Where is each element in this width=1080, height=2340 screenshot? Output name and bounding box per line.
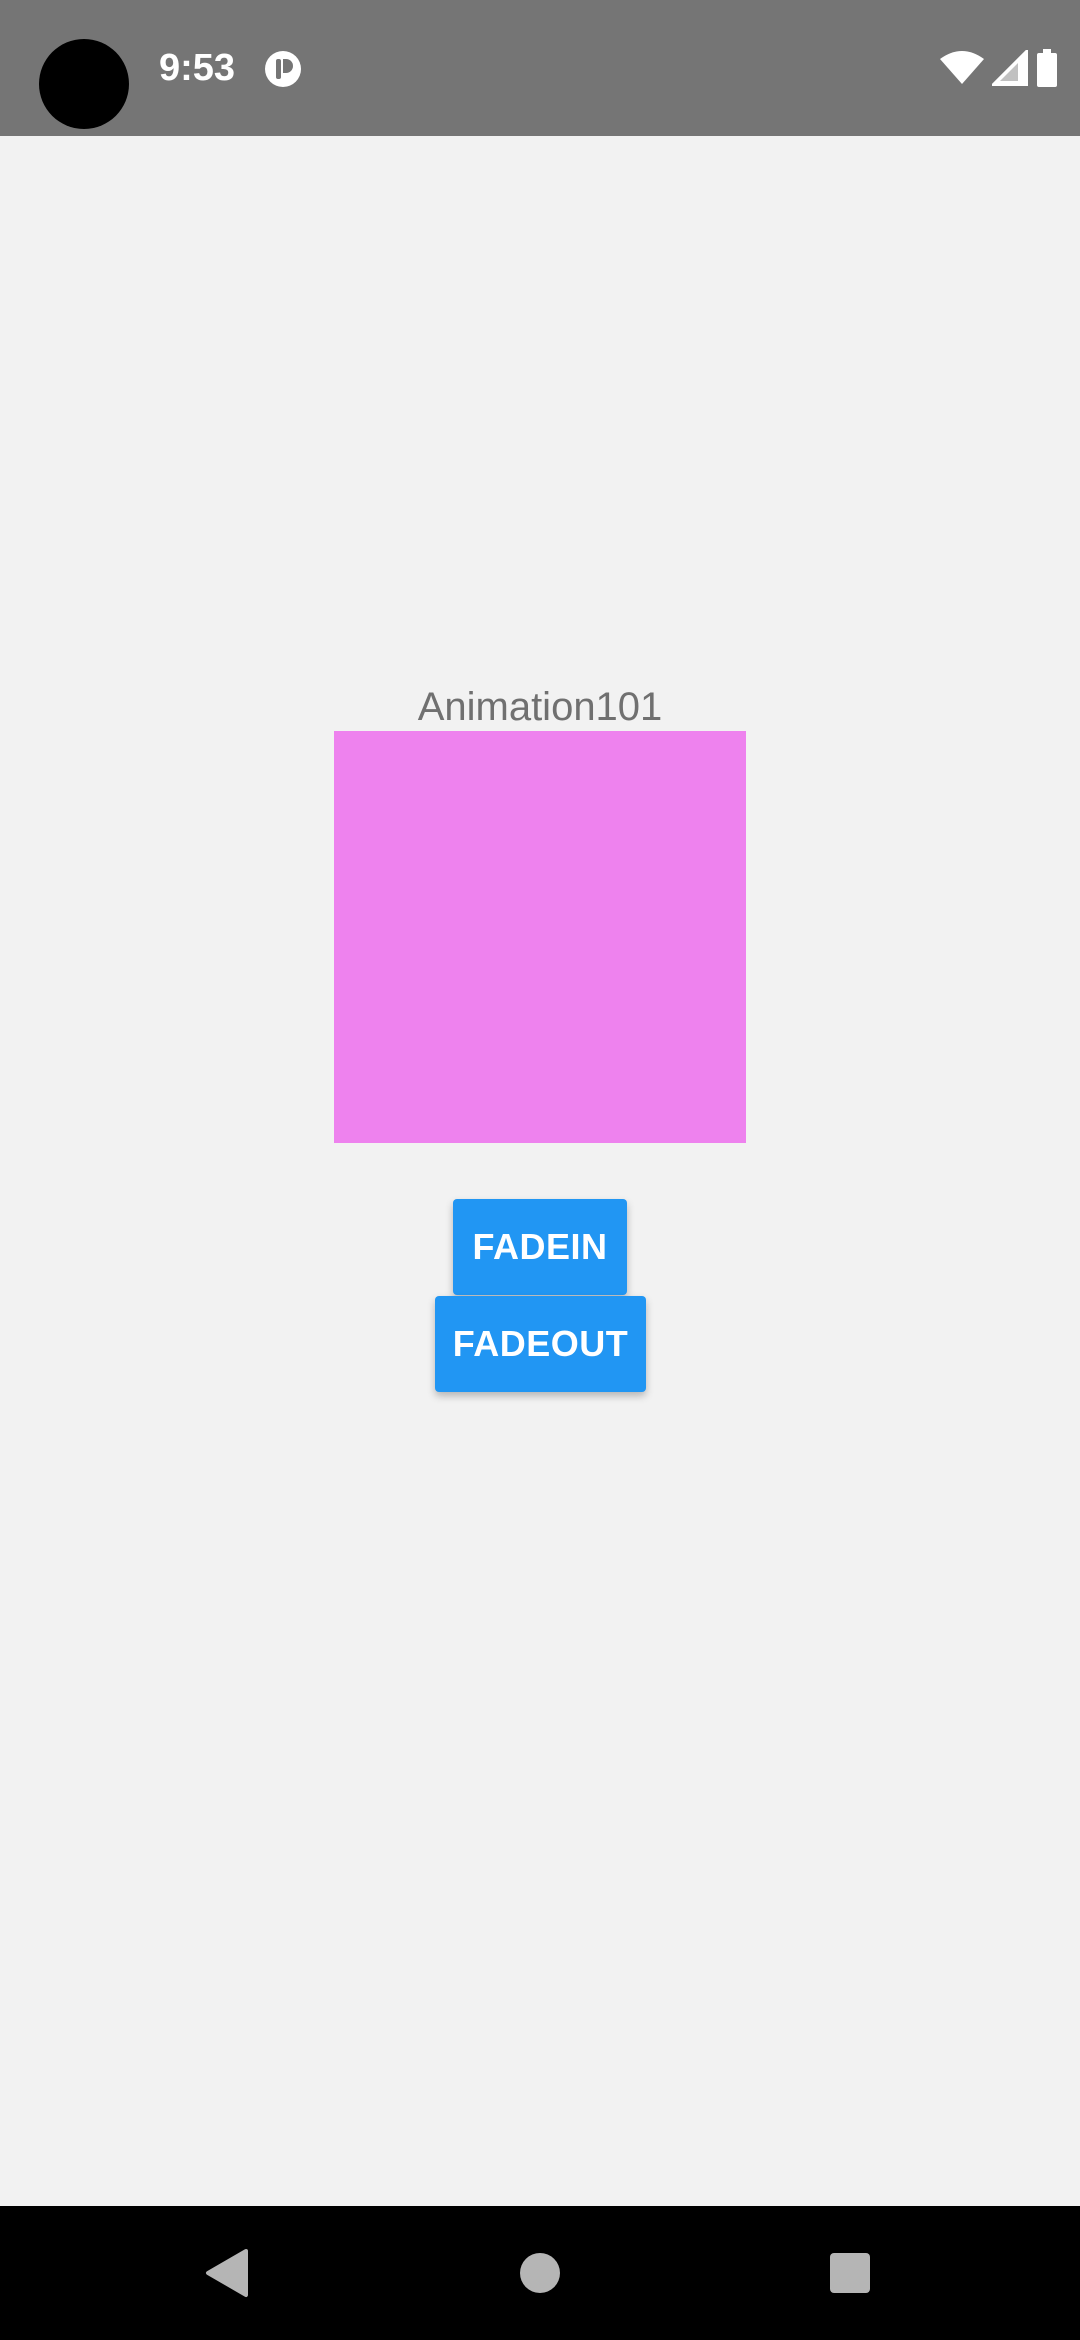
battery-icon [1037,49,1057,87]
app-content [0,136,1080,2206]
fadeout-button[interactable]: FADEOUT [435,1296,646,1392]
notification-icon [265,51,301,87]
recents-icon [830,2253,870,2293]
page-title: Animation101 [417,685,663,729]
recents-button[interactable] [783,2206,917,2340]
status-bar: 9:53 [0,0,1080,136]
status-icons [940,48,1058,88]
fadein-button[interactable]: FADEIN [453,1199,627,1295]
cell-signal-icon [992,50,1028,86]
home-icon [520,2253,560,2293]
back-icon [206,2249,248,2297]
navigation-bar [0,2206,1080,2340]
animated-box [334,731,746,1143]
home-button[interactable] [473,2206,607,2340]
back-button[interactable] [160,2206,294,2340]
status-time: 9:53 [159,47,236,89]
wifi-icon [940,51,984,84]
camera-cutout [39,39,129,129]
